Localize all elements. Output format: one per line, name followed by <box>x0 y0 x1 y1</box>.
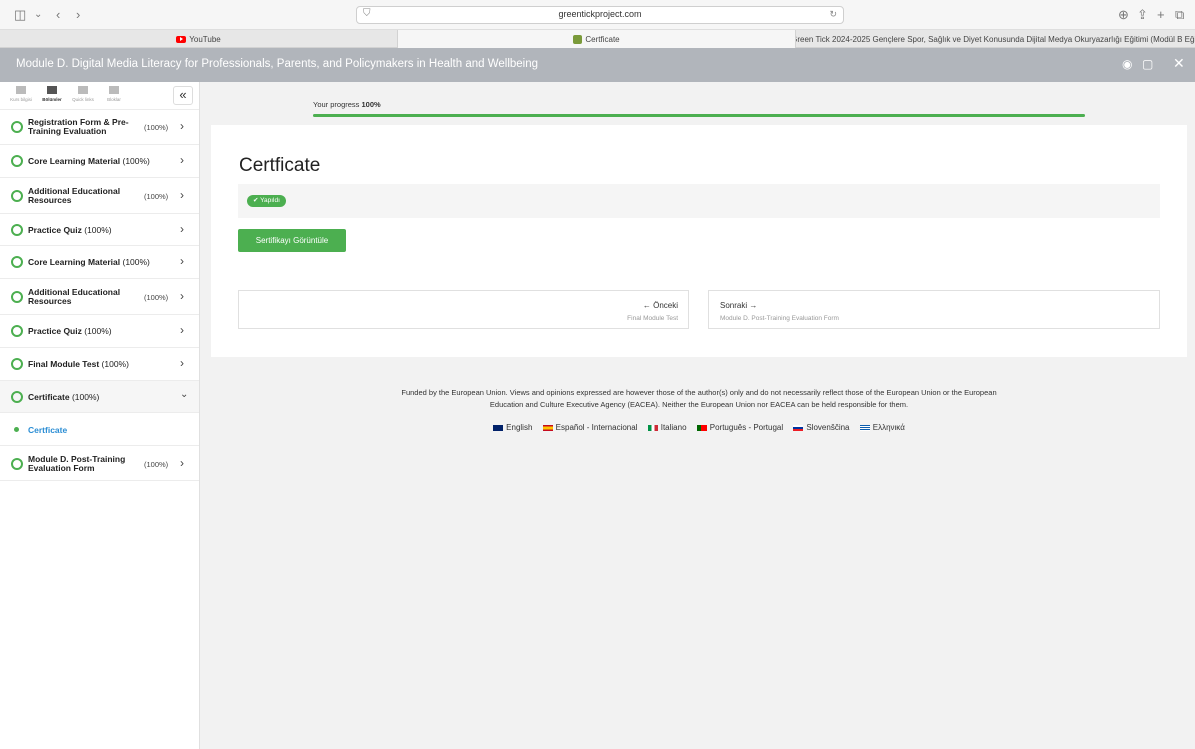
tab-bar: YouTube Certficate Green Tick 2024-2025 … <box>0 30 1195 48</box>
language-link-spanish[interactable]: Español - Internacional <box>542 423 637 432</box>
greentick-icon <box>573 34 583 44</box>
language-link-english[interactable]: English <box>493 423 532 432</box>
progress-fill <box>313 114 1085 117</box>
chevron-down-icon[interactable]: ⌄ <box>34 6 42 24</box>
language-selector: English Español - Internacional Italiano… <box>211 423 1187 432</box>
chevron-right-icon: › <box>180 188 184 202</box>
progress-bar <box>313 114 1085 117</box>
sidebar-tabs: Kurs bilgisi Bölümler Quick links Blokla… <box>0 82 199 110</box>
circle-icon <box>11 358 23 370</box>
address-bar[interactable]: ⛉ greentickproject.com ↻ <box>356 6 844 24</box>
slovenia-flag-icon <box>793 424 804 431</box>
completion-status: ✔ Yapıldı <box>238 184 1160 218</box>
status-badge: ✔ Yapıldı <box>247 195 286 207</box>
progress-label: Your progress 100% <box>313 100 381 109</box>
tab-sections[interactable]: Bölümler <box>37 86 67 102</box>
circle-icon <box>11 256 23 268</box>
portugal-flag-icon <box>696 424 707 431</box>
section-item-expanded[interactable]: Certificate (100%) ⌄ <box>0 381 199 413</box>
bullet-icon <box>14 427 19 432</box>
chevron-right-icon: › <box>180 456 184 470</box>
block-icon <box>109 86 119 94</box>
circle-icon <box>11 291 23 303</box>
chevron-right-icon: › <box>180 119 184 133</box>
language-link-slovenian[interactable]: Slovenščina <box>793 423 850 432</box>
sidebar-toggle-icon[interactable]: ◫ <box>14 6 26 24</box>
footer-disclaimer: Funded by the European Union. Views and … <box>401 388 997 409</box>
grid-icon <box>78 86 88 94</box>
chevron-right-icon: › <box>180 356 184 370</box>
share-icon[interactable]: ⇪ <box>1137 6 1148 24</box>
section-item[interactable]: Registration Form & Pre-Training Evaluat… <box>0 110 199 145</box>
tab-overview-icon[interactable]: ⧉ <box>1175 6 1184 24</box>
italy-flag-icon <box>647 424 658 431</box>
circle-icon <box>11 190 23 202</box>
list-icon <box>47 86 57 94</box>
course-sidebar: Kurs bilgisi Bölümler Quick links Blokla… <box>0 82 200 749</box>
uk-flag-icon <box>493 424 504 431</box>
circle-icon <box>11 224 23 236</box>
tab-quick-links[interactable]: Quick links <box>68 86 98 102</box>
youtube-icon <box>176 35 187 43</box>
activity-card: Certficate ✔ Yapıldı Sertifikayı Görüntü… <box>211 125 1187 357</box>
close-icon[interactable]: ✕ <box>1173 55 1185 72</box>
circle-icon <box>11 391 23 403</box>
page-title: Certficate <box>239 155 321 176</box>
reload-icon[interactable]: ↻ <box>829 9 837 20</box>
circle-icon <box>11 155 23 167</box>
chevron-right-icon: › <box>180 222 184 236</box>
next-activity-link[interactable]: Sonraki → Module D. Post-Training Evalua… <box>708 290 1160 329</box>
course-progress: Your progress 100% <box>313 100 1085 117</box>
url-text: greentickproject.com <box>558 9 642 19</box>
chevron-right-icon: › <box>180 289 184 303</box>
course-header: Module D. Digital Media Literacy for Pro… <box>0 48 1195 82</box>
section-item[interactable]: Module D. Post-Training Evaluation Form … <box>0 445 199 481</box>
tab-google-form[interactable]: Green Tick 2024-2025 Gençlere Spor, Sağl… <box>796 30 1195 48</box>
tab-youtube[interactable]: YouTube <box>0 30 398 48</box>
section-item[interactable]: Practice Quiz (100%) › <box>0 214 199 246</box>
tab-certficate[interactable]: Certficate <box>398 30 796 48</box>
tab-course-info[interactable]: Kurs bilgisi <box>6 86 36 102</box>
chevron-down-icon: ⌄ <box>180 389 189 400</box>
section-item[interactable]: Additional Educational Resources (100%) … <box>0 178 199 214</box>
document-icon[interactable]: ▢ <box>1142 57 1153 71</box>
spain-flag-icon <box>542 424 553 431</box>
home-icon <box>16 86 26 94</box>
greece-flag-icon <box>859 424 870 431</box>
browser-toolbar: ◫ ⌄ ‹ › ⛉ greentickproject.com ↻ ⊕ ⇪ + ⧉ <box>0 0 1195 30</box>
section-item[interactable]: Core Learning Material (100%) › <box>0 145 199 178</box>
dashboard-icon[interactable]: ◉ <box>1122 57 1132 71</box>
circle-icon <box>11 325 23 337</box>
section-item[interactable]: Core Learning Material (100%) › <box>0 246 199 279</box>
section-item[interactable]: Final Module Test (100%) › <box>0 348 199 381</box>
section-item[interactable]: Practice Quiz (100%) › <box>0 315 199 348</box>
previous-activity-link[interactable]: ← Önceki Final Module Test <box>238 290 689 329</box>
language-link-italian[interactable]: Italiano <box>647 423 687 432</box>
chevron-right-icon: › <box>180 153 184 167</box>
language-link-portuguese[interactable]: Português - Portugal <box>696 423 783 432</box>
chevron-right-icon: › <box>180 323 184 337</box>
download-icon[interactable]: ⊕ <box>1118 6 1129 24</box>
lesson-item-active[interactable]: Certficate <box>0 413 199 445</box>
forward-icon[interactable]: › <box>76 6 80 24</box>
section-item[interactable]: Additional Educational Resources (100%) … <box>0 279 199 315</box>
circle-icon <box>11 121 23 133</box>
circle-icon <box>11 458 23 470</box>
back-icon[interactable]: ‹ <box>56 6 60 24</box>
course-title: Module D. Digital Media Literacy for Pro… <box>16 58 539 70</box>
view-certificate-button[interactable]: Sertifikayı Görüntüle <box>238 229 346 252</box>
chevron-right-icon: › <box>180 254 184 268</box>
new-tab-icon[interactable]: + <box>1157 6 1165 24</box>
tab-blocks[interactable]: Bloklar <box>99 86 129 102</box>
language-link-greek[interactable]: Ελληνικά <box>859 423 905 432</box>
collapse-sidebar-button[interactable]: « <box>173 86 193 105</box>
